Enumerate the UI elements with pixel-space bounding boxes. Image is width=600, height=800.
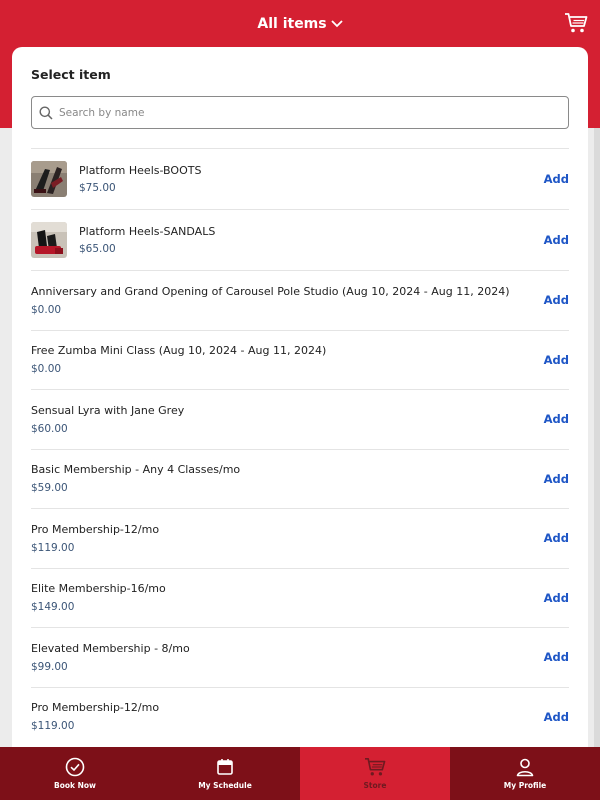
item-price: $0.00 bbox=[31, 363, 62, 376]
item-name: Anniversary and Grand Opening of Carouse… bbox=[31, 284, 510, 298]
nav-my-schedule[interactable]: My Schedule bbox=[150, 747, 300, 800]
calendar-icon bbox=[217, 759, 233, 775]
category-dropdown-label: All items bbox=[257, 15, 327, 32]
check-circle-icon bbox=[65, 757, 85, 777]
search-box[interactable] bbox=[31, 96, 569, 129]
item-price: $59.00 bbox=[31, 482, 68, 495]
search-icon bbox=[39, 106, 53, 120]
list-item: Sensual Lyra with Jane Grey $60.00 Add bbox=[31, 389, 569, 449]
item-name: Platform Heels-SANDALS bbox=[79, 224, 216, 238]
search-input[interactable] bbox=[59, 106, 549, 119]
list-item: Anniversary and Grand Opening of Carouse… bbox=[31, 270, 569, 330]
cart-button[interactable] bbox=[564, 12, 588, 34]
list-item: Pro Membership-12/mo $119.00 Add bbox=[31, 686, 569, 747]
item-price: $149.00 bbox=[31, 601, 75, 614]
chevron-down-icon bbox=[330, 19, 343, 27]
add-button[interactable]: Add bbox=[544, 353, 569, 367]
item-name: Elite Membership-16/mo bbox=[31, 582, 166, 596]
cart-icon bbox=[565, 13, 588, 33]
list-item: Elevated Membership - 8/mo $99.00 Add bbox=[31, 627, 569, 687]
list-item: Basic Membership - Any 4 Classes/mo $59.… bbox=[31, 448, 569, 509]
cart-icon bbox=[365, 758, 386, 776]
list-item: Free Zumba Mini Class (Aug 10, 2024 - Au… bbox=[31, 329, 569, 390]
item-name: Pro Membership-12/mo bbox=[31, 522, 160, 536]
add-button[interactable]: Add bbox=[544, 412, 569, 426]
panel-title: Select item bbox=[31, 67, 111, 82]
list-item: Platform Heels-SANDALS $65.00 Add bbox=[31, 209, 569, 270]
item-price: $0.00 bbox=[31, 303, 62, 316]
nav-label: My Schedule bbox=[198, 781, 252, 790]
nav-label: Store bbox=[363, 781, 387, 790]
add-button[interactable]: Add bbox=[544, 172, 569, 186]
nav-store[interactable]: Store bbox=[300, 747, 450, 800]
item-name: Pro Membership-12/mo bbox=[31, 701, 160, 715]
add-button[interactable]: Add bbox=[544, 293, 569, 307]
item-list: Platform Heels-BOOTS $75.00 Add Platform… bbox=[31, 148, 569, 746]
select-item-panel: Select item Platform Heels-BOOTS $ bbox=[12, 47, 588, 747]
item-name: Elevated Membership - 8/mo bbox=[31, 641, 190, 655]
bottom-nav: Book Now My Schedule Store My Profile bbox=[0, 747, 600, 800]
item-price: $99.00 bbox=[31, 660, 68, 673]
item-name: Platform Heels-BOOTS bbox=[79, 163, 202, 177]
item-thumbnail bbox=[31, 222, 67, 258]
item-price: $60.00 bbox=[31, 422, 68, 435]
add-button[interactable]: Add bbox=[544, 710, 569, 724]
add-button[interactable]: Add bbox=[544, 531, 569, 545]
category-dropdown[interactable]: All items bbox=[0, 0, 600, 47]
item-name: Sensual Lyra with Jane Grey bbox=[31, 403, 185, 417]
item-name: Free Zumba Mini Class (Aug 10, 2024 - Au… bbox=[31, 344, 327, 358]
user-icon bbox=[516, 758, 534, 777]
nav-label: Book Now bbox=[54, 781, 96, 790]
add-button[interactable]: Add bbox=[544, 472, 569, 486]
scrollbar-track[interactable] bbox=[594, 128, 600, 747]
nav-book-now[interactable]: Book Now bbox=[0, 747, 150, 800]
add-button[interactable]: Add bbox=[544, 591, 569, 605]
list-item: Elite Membership-16/mo $149.00 Add bbox=[31, 567, 569, 628]
list-item: Pro Membership-12/mo $119.00 Add bbox=[31, 508, 569, 568]
item-name: Basic Membership - Any 4 Classes/mo bbox=[31, 463, 241, 477]
nav-label: My Profile bbox=[503, 781, 547, 790]
item-price: $119.00 bbox=[31, 541, 75, 554]
list-item: Platform Heels-BOOTS $75.00 Add bbox=[31, 148, 569, 209]
item-price: $119.00 bbox=[31, 720, 75, 733]
item-price: $75.00 bbox=[79, 182, 116, 195]
add-button[interactable]: Add bbox=[544, 233, 569, 247]
nav-my-profile[interactable]: My Profile bbox=[450, 747, 600, 800]
add-button[interactable]: Add bbox=[544, 650, 569, 664]
item-price: $65.00 bbox=[79, 243, 116, 256]
item-thumbnail bbox=[31, 161, 67, 197]
